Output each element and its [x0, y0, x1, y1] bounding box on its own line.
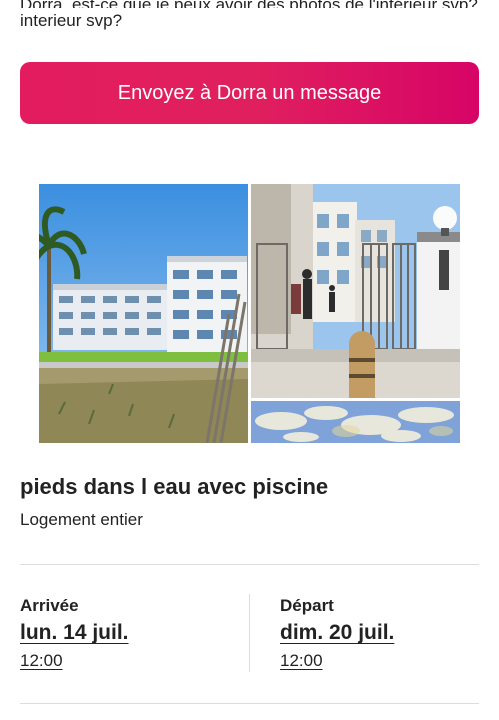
checkout-label: Départ: [280, 596, 334, 615]
checkout-date[interactable]: dim. 20 juil.: [280, 621, 394, 645]
listing-photos[interactable]: [39, 184, 460, 443]
message-text-cut-line: Dorra, est-ce que je peux avoir des phot…: [20, 0, 480, 8]
checkin-label: Arrivée: [20, 596, 79, 615]
checkout-section: Départ dim. 20 juil. 12:00: [280, 596, 394, 671]
message-text: Dorra, est-ce que je peux avoir des phot…: [20, 0, 480, 34]
checkin-section: Arrivée lun. 14 juil. 12:00: [20, 596, 129, 671]
listing-photo-exterior[interactable]: [39, 184, 248, 443]
listing-photo-entrance[interactable]: [251, 184, 460, 398]
column-separator: [249, 594, 250, 672]
listing-title: pieds dans l eau avec piscine: [20, 474, 329, 499]
send-message-button[interactable]: Envoyez à Dorra un message: [20, 62, 479, 124]
divider: [20, 564, 479, 565]
listing-type: Logement entier: [20, 510, 143, 529]
checkin-time[interactable]: 12:00: [20, 651, 129, 671]
listing-photo-sky[interactable]: [251, 401, 460, 443]
divider: [20, 703, 479, 704]
checkout-time[interactable]: 12:00: [280, 651, 394, 671]
message-text-line: interieur svp?: [20, 11, 123, 30]
checkin-date[interactable]: lun. 14 juil.: [20, 621, 129, 645]
